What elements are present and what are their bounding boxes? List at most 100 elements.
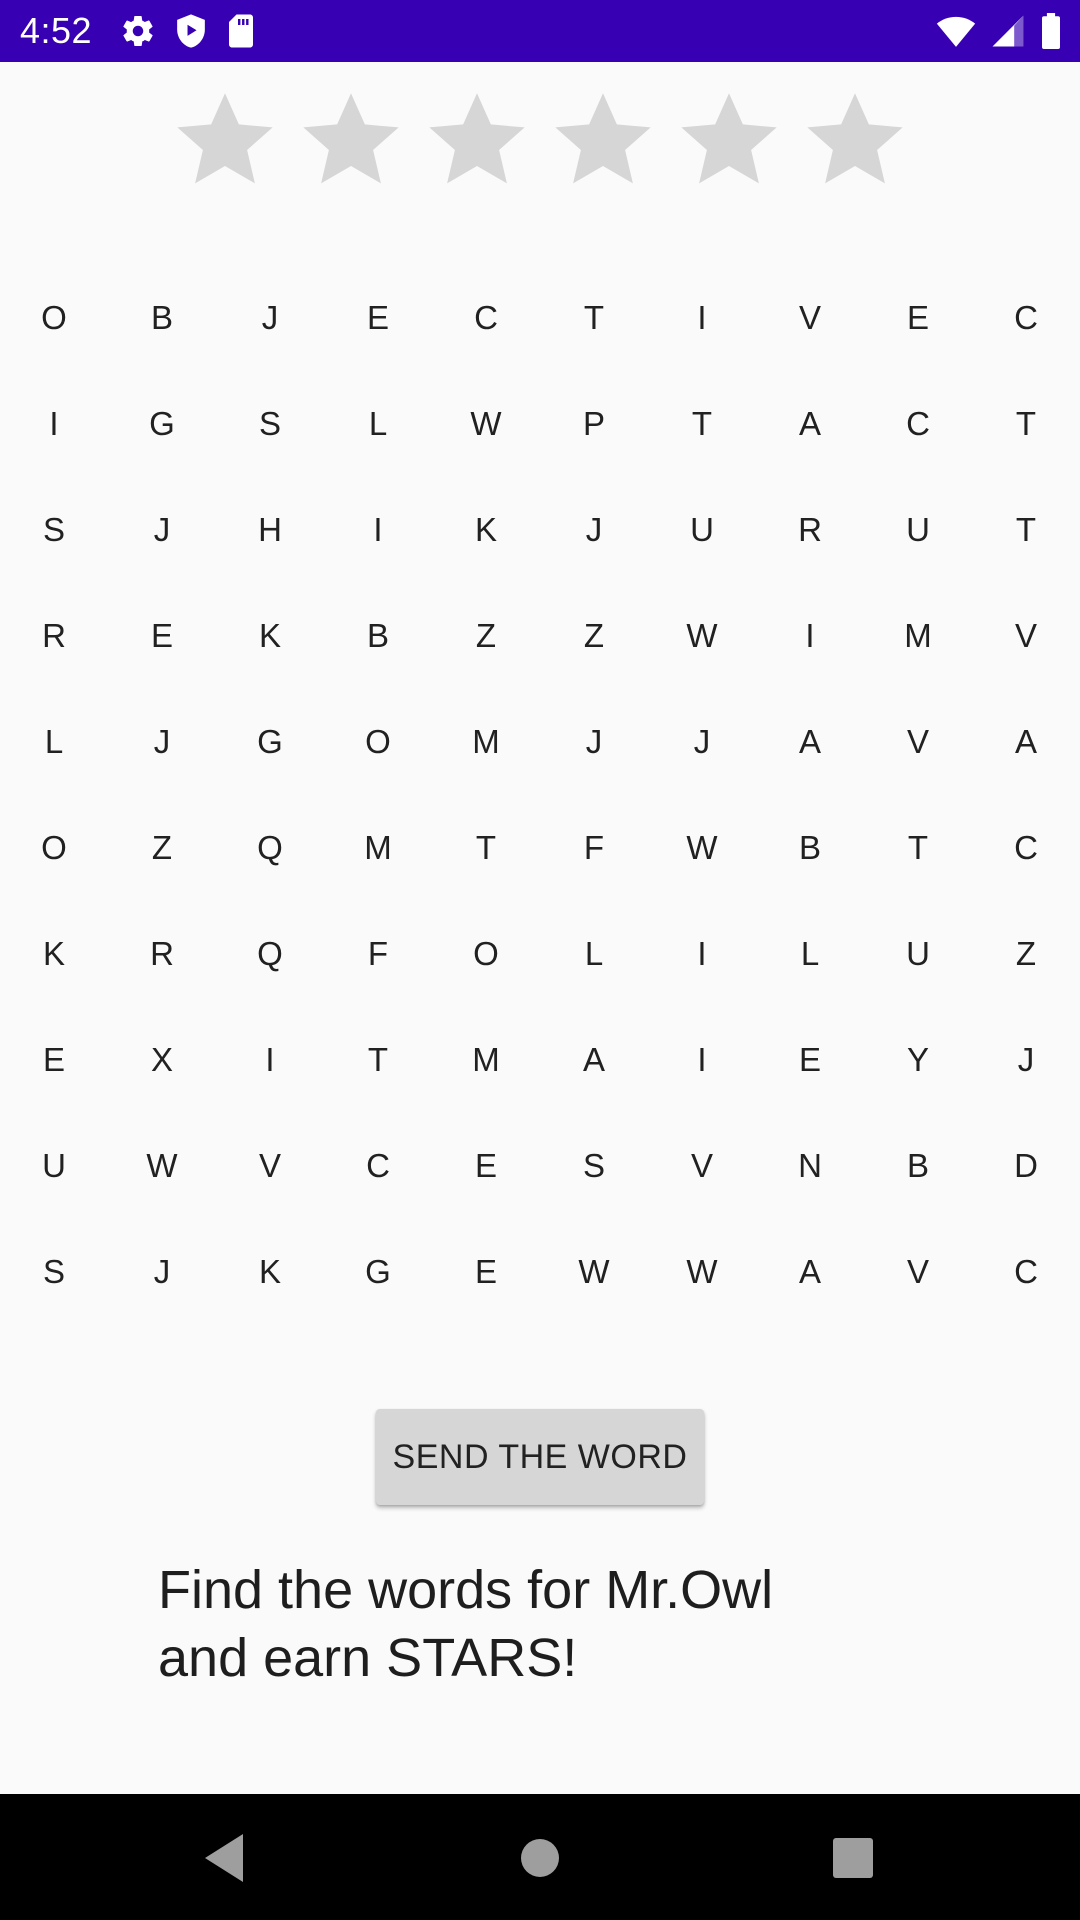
letter-cell[interactable]: V <box>864 689 972 795</box>
letter-cell[interactable]: A <box>540 1007 648 1113</box>
letter-cell[interactable]: M <box>324 795 432 901</box>
letter-cell[interactable]: E <box>0 1007 108 1113</box>
letter-cell[interactable]: E <box>432 1219 540 1325</box>
letter-cell[interactable]: J <box>108 477 216 583</box>
letter-cell[interactable]: A <box>972 689 1080 795</box>
letter-cell[interactable]: D <box>972 1113 1080 1219</box>
letter-cell[interactable]: I <box>0 371 108 477</box>
letter-cell[interactable]: C <box>972 1219 1080 1325</box>
letter-cell[interactable]: G <box>108 371 216 477</box>
letter-cell[interactable]: J <box>540 477 648 583</box>
letter-cell[interactable]: C <box>432 265 540 371</box>
letter-cell[interactable]: I <box>324 477 432 583</box>
letter-cell[interactable]: U <box>864 901 972 1007</box>
letter-cell[interactable]: W <box>648 795 756 901</box>
letter-cell[interactable]: W <box>432 371 540 477</box>
letter-cell[interactable]: W <box>108 1113 216 1219</box>
letter-cell[interactable]: Q <box>216 795 324 901</box>
letter-cell[interactable]: S <box>0 477 108 583</box>
letter-cell[interactable]: L <box>324 371 432 477</box>
letter-cell[interactable]: T <box>324 1007 432 1113</box>
letter-cell[interactable]: T <box>432 795 540 901</box>
letter-cell[interactable]: M <box>432 689 540 795</box>
letter-cell[interactable]: C <box>864 371 972 477</box>
letter-cell[interactable]: U <box>864 477 972 583</box>
letter-cell[interactable]: B <box>324 583 432 689</box>
letter-cell[interactable]: E <box>864 265 972 371</box>
letter-cell[interactable]: V <box>756 265 864 371</box>
letter-cell[interactable]: B <box>756 795 864 901</box>
home-icon[interactable] <box>512 1830 568 1886</box>
letter-cell[interactable]: Y <box>864 1007 972 1113</box>
letter-cell[interactable]: G <box>324 1219 432 1325</box>
letter-cell[interactable]: S <box>0 1219 108 1325</box>
letter-cell[interactable]: A <box>756 1219 864 1325</box>
letter-cell[interactable]: V <box>972 583 1080 689</box>
letter-cell[interactable]: U <box>648 477 756 583</box>
letter-cell[interactable]: I <box>216 1007 324 1113</box>
letter-cell[interactable]: T <box>540 265 648 371</box>
letter-cell[interactable]: U <box>0 1113 108 1219</box>
letter-cell[interactable]: K <box>216 583 324 689</box>
letter-cell[interactable]: I <box>648 1007 756 1113</box>
letter-cell[interactable]: K <box>432 477 540 583</box>
recents-icon[interactable] <box>826 1830 882 1886</box>
letter-cell[interactable]: I <box>648 265 756 371</box>
letter-cell[interactable]: M <box>864 583 972 689</box>
letter-cell[interactable]: Z <box>108 795 216 901</box>
letter-cell[interactable]: X <box>108 1007 216 1113</box>
letter-cell[interactable]: I <box>756 583 864 689</box>
letter-cell[interactable]: A <box>756 371 864 477</box>
letter-cell[interactable]: V <box>648 1113 756 1219</box>
letter-cell[interactable]: L <box>540 901 648 1007</box>
letter-cell[interactable]: J <box>540 689 648 795</box>
letter-cell[interactable]: W <box>648 583 756 689</box>
letter-cell[interactable]: C <box>972 795 1080 901</box>
letter-cell[interactable]: I <box>648 901 756 1007</box>
letter-cell[interactable]: R <box>756 477 864 583</box>
letter-cell[interactable]: L <box>756 901 864 1007</box>
letter-cell[interactable]: H <box>216 477 324 583</box>
letter-cell[interactable]: K <box>0 901 108 1007</box>
letter-cell[interactable]: T <box>648 371 756 477</box>
letter-cell[interactable]: O <box>0 795 108 901</box>
letter-cell[interactable]: J <box>648 689 756 795</box>
letter-cell[interactable]: M <box>432 1007 540 1113</box>
letter-cell[interactable]: J <box>108 1219 216 1325</box>
letter-cell[interactable]: R <box>108 901 216 1007</box>
back-icon[interactable] <box>199 1830 255 1886</box>
letter-cell[interactable]: N <box>756 1113 864 1219</box>
letter-cell[interactable]: J <box>972 1007 1080 1113</box>
letter-cell[interactable]: P <box>540 371 648 477</box>
letter-cell[interactable]: E <box>324 265 432 371</box>
letter-cell[interactable]: S <box>540 1113 648 1219</box>
letter-cell[interactable]: J <box>108 689 216 795</box>
letter-cell[interactable]: Z <box>540 583 648 689</box>
letter-cell[interactable]: C <box>972 265 1080 371</box>
letter-cell[interactable]: Z <box>432 583 540 689</box>
letter-cell[interactable]: C <box>324 1113 432 1219</box>
letter-cell[interactable]: Z <box>972 901 1080 1007</box>
letter-cell[interactable]: K <box>216 1219 324 1325</box>
letter-cell[interactable]: S <box>216 371 324 477</box>
letter-cell[interactable]: J <box>216 265 324 371</box>
letter-cell[interactable]: B <box>864 1113 972 1219</box>
send-word-button[interactable]: SEND THE WORD <box>376 1409 704 1505</box>
letter-cell[interactable]: F <box>540 795 648 901</box>
letter-cell[interactable]: W <box>648 1219 756 1325</box>
letter-cell[interactable]: L <box>0 689 108 795</box>
letter-cell[interactable]: A <box>756 689 864 795</box>
letter-cell[interactable]: T <box>972 477 1080 583</box>
letter-cell[interactable]: R <box>0 583 108 689</box>
letter-cell[interactable]: T <box>864 795 972 901</box>
letter-cell[interactable]: E <box>432 1113 540 1219</box>
letter-cell[interactable]: E <box>108 583 216 689</box>
letter-cell[interactable]: T <box>972 371 1080 477</box>
letter-cell[interactable]: O <box>0 265 108 371</box>
letter-cell[interactable]: B <box>108 265 216 371</box>
letter-cell[interactable]: V <box>216 1113 324 1219</box>
letter-cell[interactable]: G <box>216 689 324 795</box>
letter-cell[interactable]: E <box>756 1007 864 1113</box>
letter-cell[interactable]: F <box>324 901 432 1007</box>
letter-cell[interactable]: Q <box>216 901 324 1007</box>
